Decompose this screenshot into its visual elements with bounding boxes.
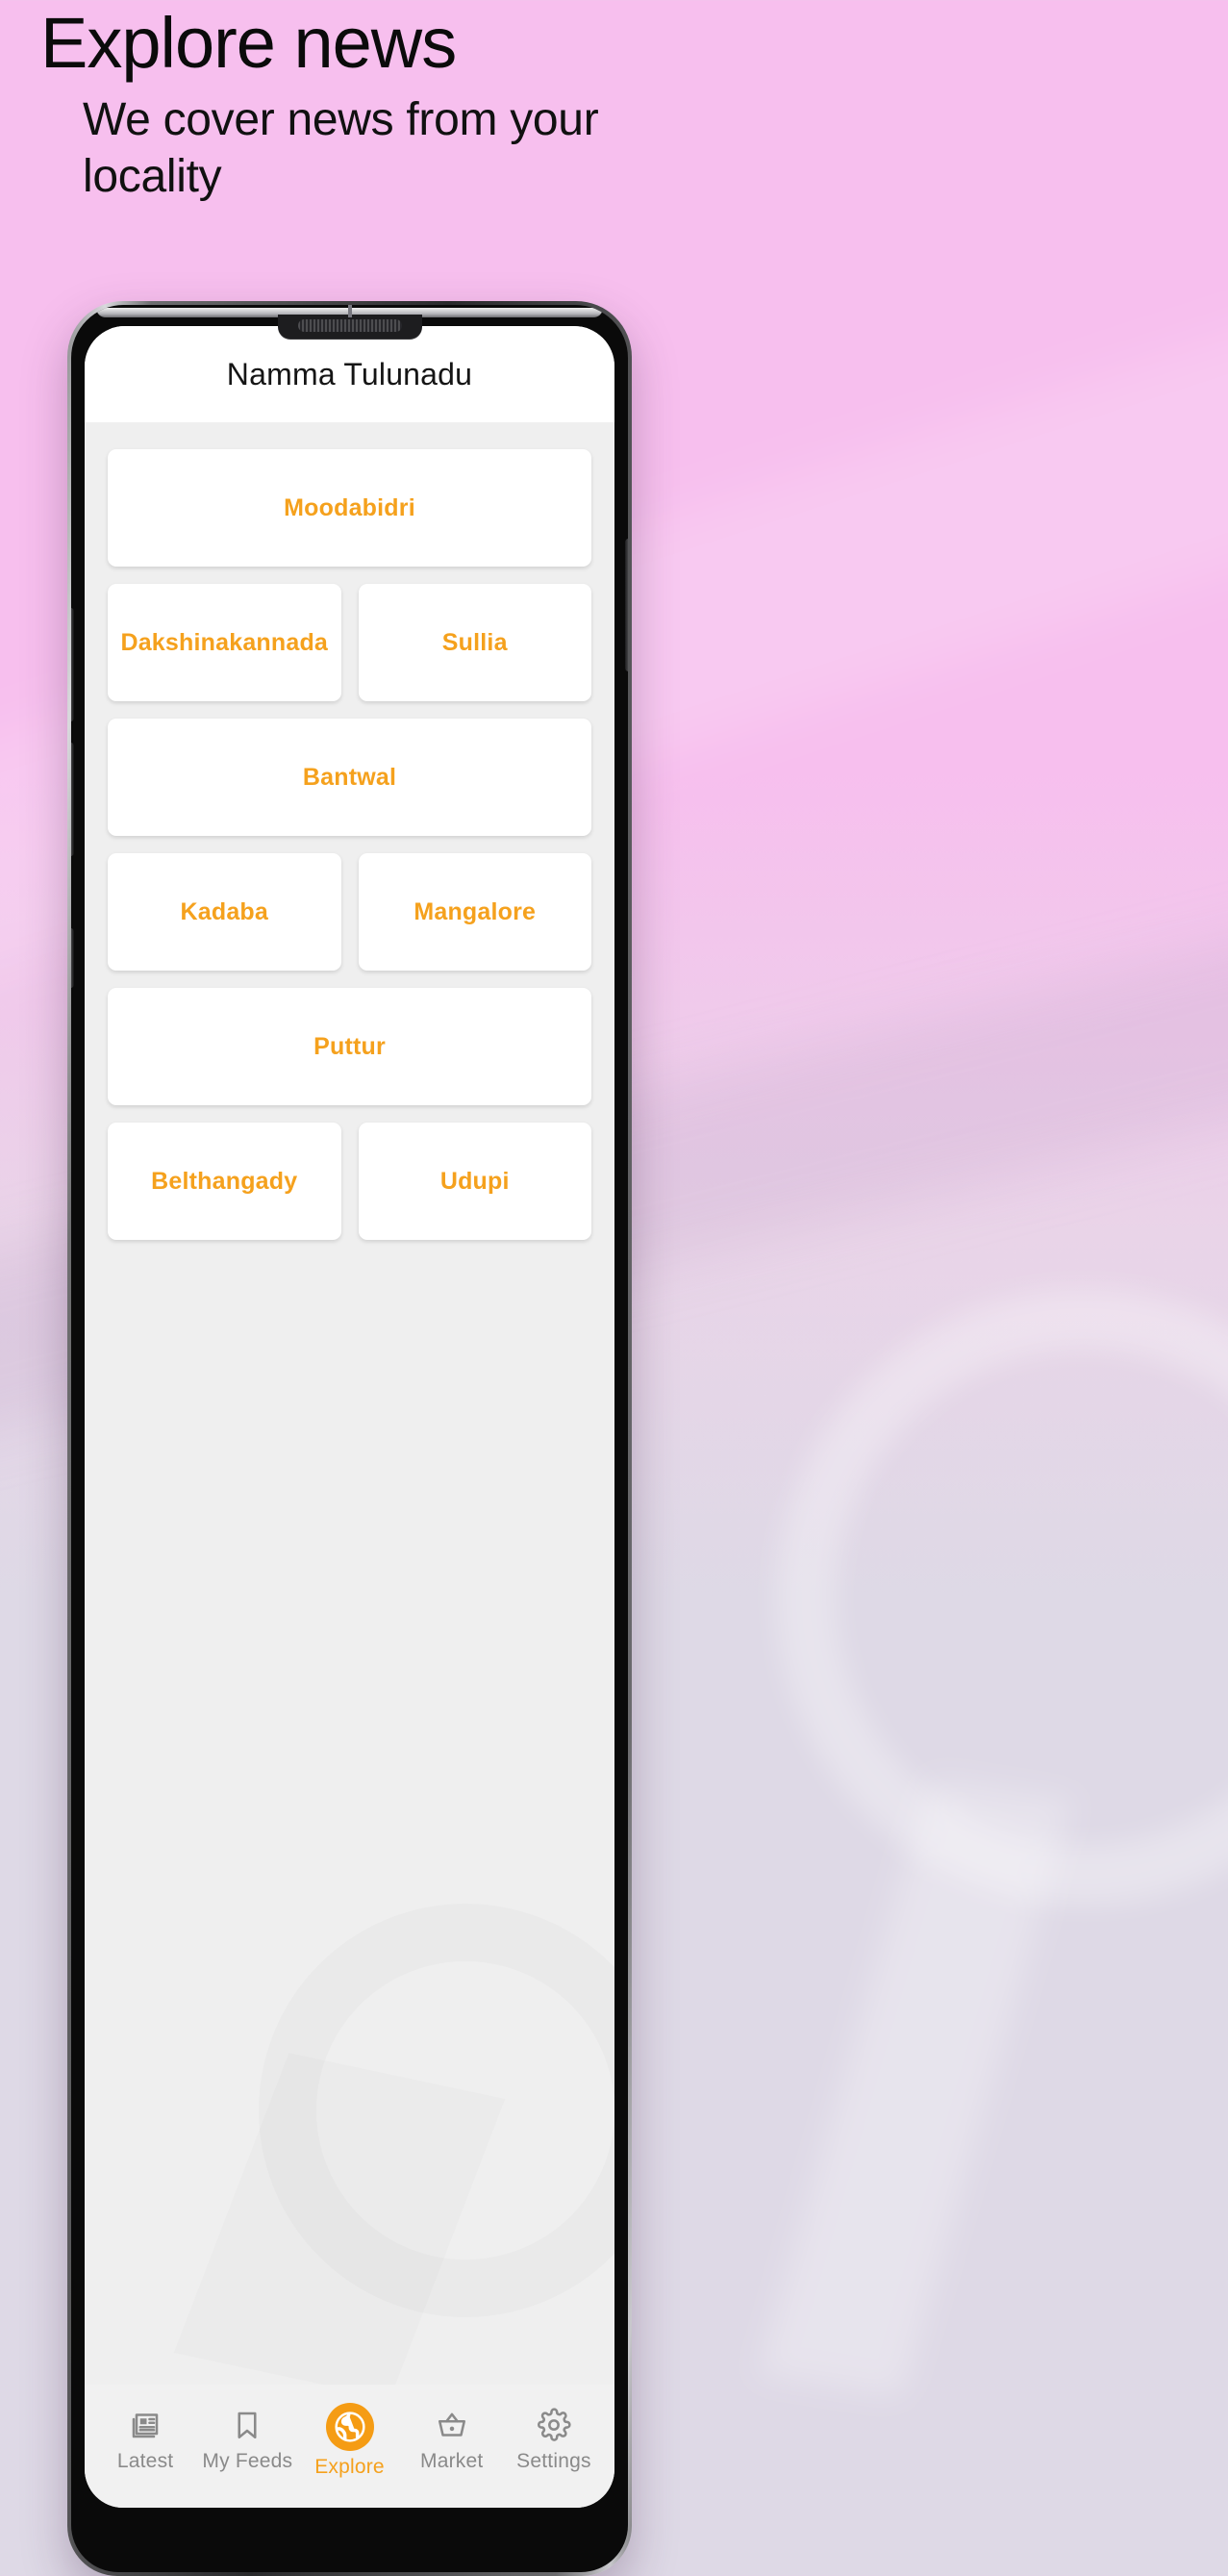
bookmark-icon xyxy=(230,2408,264,2442)
phone-bezel: Namma Tulunadu Moodabidri Dakshinakannad… xyxy=(71,305,628,2572)
nav-item-latest[interactable]: Latest xyxy=(94,2408,196,2473)
locality-card-sullia[interactable]: Sullia xyxy=(358,584,591,701)
locality-card-bantwal[interactable]: Bantwal xyxy=(108,719,591,836)
screen-watermark-ring xyxy=(259,1904,614,2317)
nav-item-label: Market xyxy=(420,2450,484,2472)
page-subtitle: We cover news from your locality xyxy=(83,94,599,202)
nav-item-label: Settings xyxy=(516,2450,591,2472)
locality-card-grid: Moodabidri Dakshinakannada Sullia Bantwa… xyxy=(108,449,591,1240)
nav-item-label: My Feeds xyxy=(202,2450,293,2472)
locality-card-label: Udupi xyxy=(439,1167,510,1195)
locality-card-belthangady[interactable]: Belthangady xyxy=(108,1123,341,1240)
locality-card-label: Puttur xyxy=(313,1032,386,1060)
phone-screen: Namma Tulunadu Moodabidri Dakshinakannad… xyxy=(85,326,614,2508)
locality-card-label: Moodabidri xyxy=(284,493,415,521)
bottom-navigation-bar: Latest My Feeds Explore Market Settings xyxy=(85,2385,614,2508)
locality-card-kadaba[interactable]: Kadaba xyxy=(108,853,341,971)
nav-item-my-feeds[interactable]: My Feeds xyxy=(196,2408,298,2473)
volume-up-button[interactable] xyxy=(71,608,74,721)
background-watermark-tail xyxy=(759,1778,1072,2397)
background-watermark-ring xyxy=(776,1289,1228,1905)
nav-item-label: Latest xyxy=(116,2450,174,2472)
locality-card-puttur[interactable]: Puttur xyxy=(108,988,591,1105)
locality-card-label: Bantwal xyxy=(302,763,397,791)
locality-card-udupi[interactable]: Udupi xyxy=(358,1123,591,1240)
volume-down-button[interactable] xyxy=(71,743,74,856)
nav-item-settings[interactable]: Settings xyxy=(503,2408,605,2473)
card-row: Moodabidri xyxy=(108,449,591,567)
globe-icon xyxy=(325,2402,374,2451)
app-bar-title: Namma Tulunadu xyxy=(226,356,473,391)
card-row: Puttur xyxy=(108,988,591,1105)
locality-card-label: Dakshinakannada xyxy=(120,628,329,656)
gear-icon xyxy=(537,2408,571,2442)
card-row: Dakshinakannada Sullia xyxy=(108,584,591,701)
locality-card-label: Kadaba xyxy=(180,897,268,925)
locality-card-label: Sullia xyxy=(441,628,508,656)
locality-card-dakshinakannada[interactable]: Dakshinakannada xyxy=(108,584,341,701)
locality-card-label: Mangalore xyxy=(414,897,537,925)
page-title: Explore news xyxy=(40,3,457,83)
power-button[interactable] xyxy=(625,539,628,671)
card-row: Bantwal xyxy=(108,719,591,836)
newspaper-icon xyxy=(128,2408,163,2442)
locality-card-label: Belthangady xyxy=(151,1167,298,1195)
card-row: Kadaba Mangalore xyxy=(108,853,591,971)
assistant-button[interactable] xyxy=(71,928,74,988)
locality-card-mangalore[interactable]: Mangalore xyxy=(358,853,591,971)
nav-item-label: Explore xyxy=(314,2455,385,2478)
nav-item-explore[interactable]: Explore xyxy=(298,2402,400,2479)
front-camera-slit xyxy=(347,305,352,317)
nav-item-market[interactable]: Market xyxy=(401,2408,503,2473)
phone-mockup-frame: Namma Tulunadu Moodabidri Dakshinakannad… xyxy=(67,301,632,2576)
earpiece-speaker-grille xyxy=(297,319,402,332)
basket-icon xyxy=(435,2408,469,2442)
card-row: Belthangady Udupi xyxy=(108,1123,591,1240)
screen-watermark-shape xyxy=(174,2053,506,2399)
locality-card-moodabidri[interactable]: Moodabidri xyxy=(108,449,591,567)
app-bar: Namma Tulunadu xyxy=(85,326,614,422)
explore-content: Moodabidri Dakshinakannada Sullia Bantwa… xyxy=(85,422,614,2385)
